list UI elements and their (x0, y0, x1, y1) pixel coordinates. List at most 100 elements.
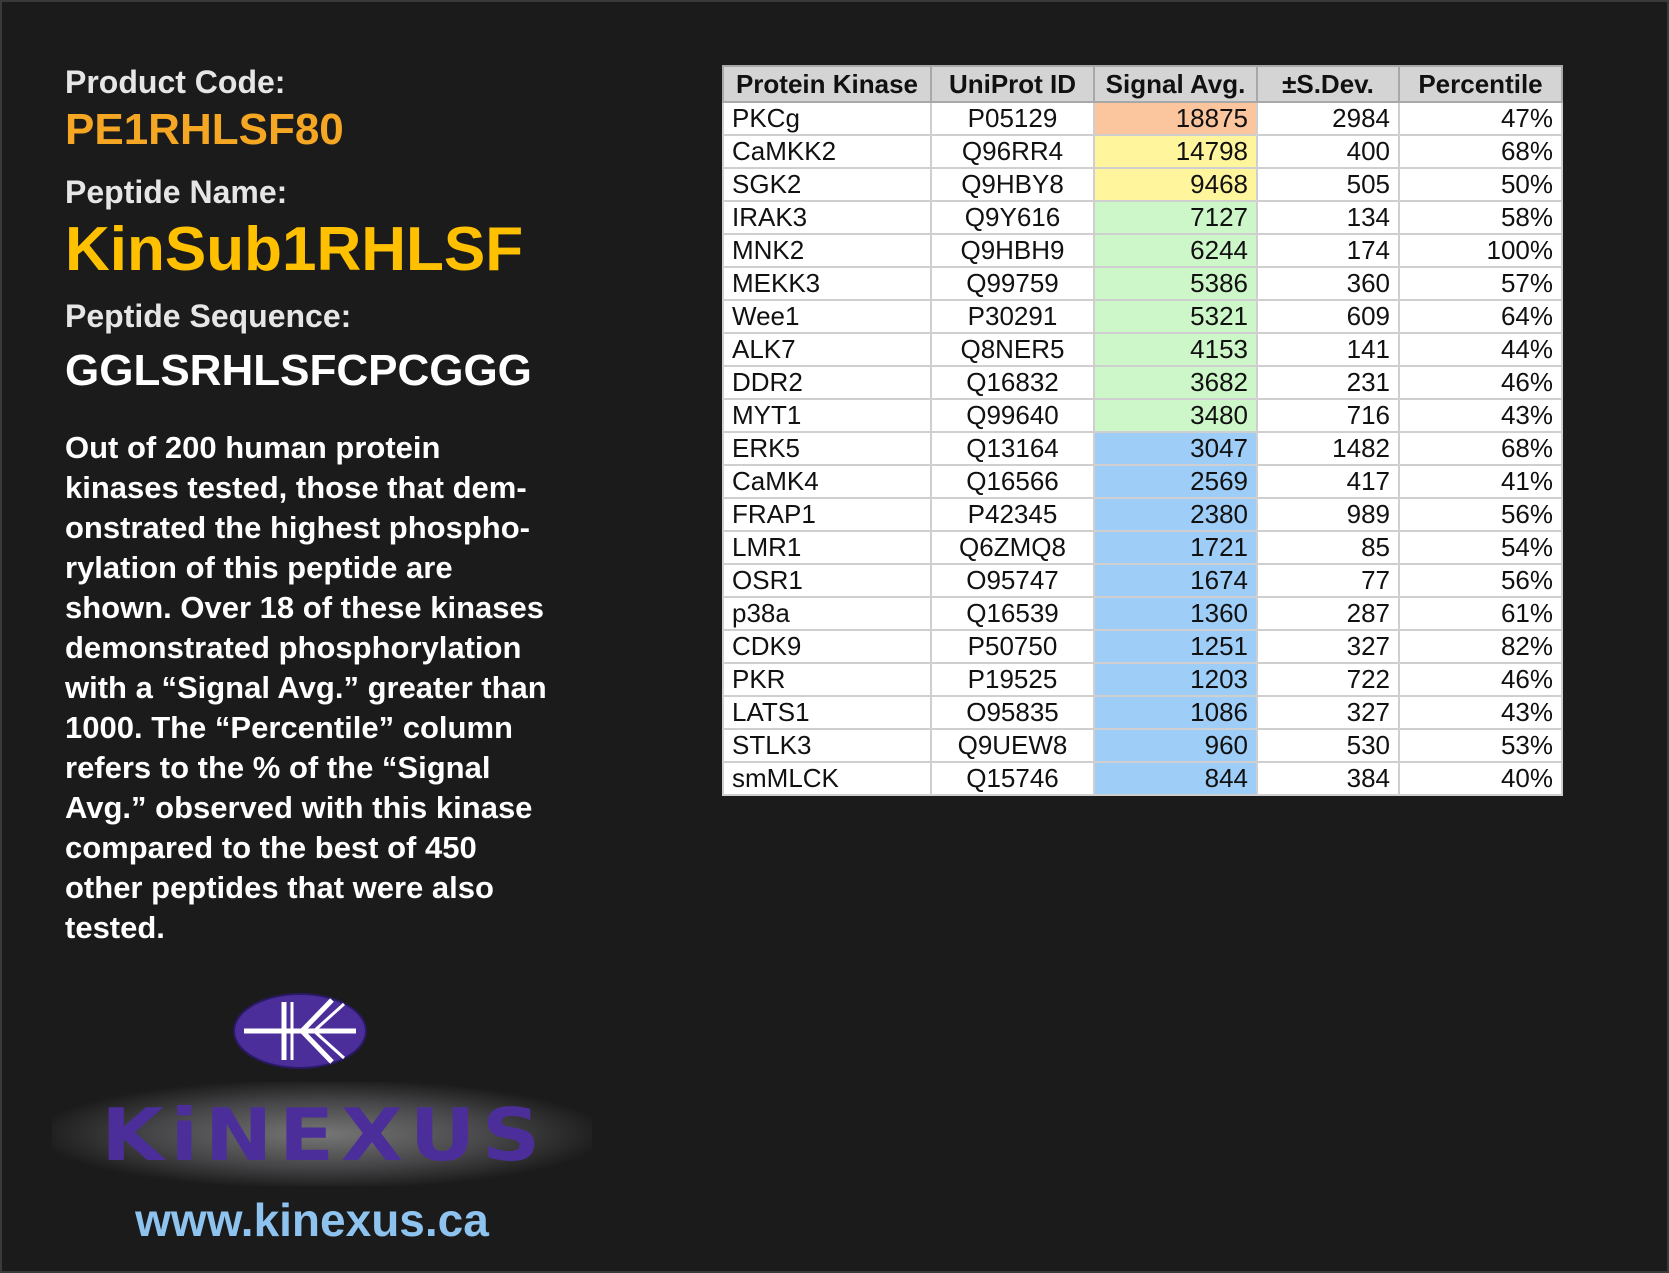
peptide-sequence-label: Peptide Sequence: (65, 298, 352, 334)
signal-avg-cell: 1721 (1093, 530, 1258, 565)
sdev-cell: 327 (1256, 695, 1400, 730)
sdev-cell: 174 (1256, 233, 1400, 268)
table-row: p38a Q16539 1360 287 61% (722, 596, 1563, 631)
table-row: FRAP1 P42345 2380 989 56% (722, 497, 1563, 532)
table-row: MNK2 Q9HBH9 6244 174 100% (722, 233, 1563, 268)
kinase-name-cell: FRAP1 (722, 497, 932, 532)
kinase-name-cell: DDR2 (722, 365, 932, 400)
uniprot-id-cell: Q9UEW8 (930, 728, 1095, 763)
uniprot-id-cell: Q16539 (930, 596, 1095, 631)
percentile-cell: 64% (1398, 299, 1563, 334)
table-row: CaMKK2 Q96RR4 14798 400 68% (722, 134, 1563, 169)
table-row: Wee1 P30291 5321 609 64% (722, 299, 1563, 334)
signal-avg-cell: 2569 (1093, 464, 1258, 499)
table-header-row: Protein Kinase UniProt ID Signal Avg. ±S… (722, 65, 1563, 103)
uniprot-id-cell: Q99759 (930, 266, 1095, 301)
kinase-name-cell: SGK2 (722, 167, 932, 202)
table-body: PKCg P05129 18875 2984 47% CaMKK2 Q96RR4 14798 4… (722, 101, 1563, 796)
percentile-cell: 68% (1398, 134, 1563, 169)
table-row: LMR1 Q6ZMQ8 1721 85 54% (722, 530, 1563, 565)
signal-avg-cell: 1086 (1093, 695, 1258, 730)
website-link[interactable]: www.kinexus.ca (102, 1192, 522, 1248)
signal-avg-cell: 1203 (1093, 662, 1258, 697)
kinase-name-cell: STLK3 (722, 728, 932, 763)
kinexus-k-emblem-icon (233, 993, 367, 1069)
kinase-name-cell: p38a (722, 596, 932, 631)
kinase-name-cell: CaMKK2 (722, 134, 932, 169)
kinase-table: Protein Kinase UniProt ID Signal Avg. ±S… (722, 65, 1563, 796)
sdev-cell: 722 (1256, 662, 1400, 697)
sdev-cell: 417 (1256, 464, 1400, 499)
table-row: ALK7 Q8NER5 4153 141 44% (722, 332, 1563, 367)
table-row: SGK2 Q9HBY8 9468 505 50% (722, 167, 1563, 202)
sdev-cell: 2984 (1256, 101, 1400, 136)
kinase-name-cell: PKR (722, 662, 932, 697)
uniprot-id-cell: Q99640 (930, 398, 1095, 433)
table-row: CaMK4 Q16566 2569 417 41% (722, 464, 1563, 499)
percentile-cell: 47% (1398, 101, 1563, 136)
sdev-cell: 85 (1256, 530, 1400, 565)
peptide-sequence: GGLSRHLSFCPCGGG (65, 346, 532, 395)
kinase-name-cell: MEKK3 (722, 266, 932, 301)
percentile-cell: 46% (1398, 365, 1563, 400)
kinase-name-cell: Wee1 (722, 299, 932, 334)
percentile-cell: 44% (1398, 332, 1563, 367)
signal-avg-cell: 1251 (1093, 629, 1258, 664)
uniprot-id-cell: Q6ZMQ8 (930, 530, 1095, 565)
kinase-name-cell: ALK7 (722, 332, 932, 367)
sdev-cell: 1482 (1256, 431, 1400, 466)
percentile-cell: 40% (1398, 761, 1563, 796)
table-row: smMLCK Q15746 844 384 40% (722, 761, 1563, 796)
sdev-cell: 231 (1256, 365, 1400, 400)
sdev-cell: 134 (1256, 200, 1400, 235)
percentile-cell: 100% (1398, 233, 1563, 268)
percentile-cell: 56% (1398, 497, 1563, 532)
uniprot-id-cell: Q15746 (930, 761, 1095, 796)
signal-avg-cell: 5321 (1093, 299, 1258, 334)
signal-avg-cell: 7127 (1093, 200, 1258, 235)
signal-avg-cell: 2380 (1093, 497, 1258, 532)
kinase-name-cell: LMR1 (722, 530, 932, 565)
sdev-cell: 327 (1256, 629, 1400, 664)
sdev-cell: 989 (1256, 497, 1400, 532)
uniprot-id-cell: Q9HBH9 (930, 233, 1095, 268)
table-row: LATS1 O95835 1086 327 43% (722, 695, 1563, 730)
sdev-cell: 530 (1256, 728, 1400, 763)
sdev-cell: 505 (1256, 167, 1400, 202)
kinase-name-cell: IRAK3 (722, 200, 932, 235)
table-row: CDK9 P50750 1251 327 82% (722, 629, 1563, 664)
kinase-name-cell: CaMK4 (722, 464, 932, 499)
sdev-cell: 141 (1256, 332, 1400, 367)
sdev-cell: 360 (1256, 266, 1400, 301)
peptide-name: KinSub1RHLSF (65, 215, 524, 284)
percentile-cell: 82% (1398, 629, 1563, 664)
kinase-name-cell: OSR1 (722, 563, 932, 598)
signal-avg-cell: 5386 (1093, 266, 1258, 301)
signal-avg-cell: 3047 (1093, 431, 1258, 466)
kinase-name-cell: smMLCK (722, 761, 932, 796)
signal-avg-cell: 1674 (1093, 563, 1258, 598)
uniprot-id-cell: P42345 (930, 497, 1095, 532)
uniprot-id-cell: P05129 (930, 101, 1095, 136)
header-protein-kinase: Protein Kinase (722, 65, 932, 103)
signal-avg-cell: 4153 (1093, 332, 1258, 367)
signal-avg-cell: 3480 (1093, 398, 1258, 433)
sdev-cell: 609 (1256, 299, 1400, 334)
uniprot-id-cell: Q8NER5 (930, 332, 1095, 367)
table-row: DDR2 Q16832 3682 231 46% (722, 365, 1563, 400)
header-percentile: Percentile (1398, 65, 1563, 103)
sdev-cell: 287 (1256, 596, 1400, 631)
sdev-cell: 384 (1256, 761, 1400, 796)
signal-avg-cell: 844 (1093, 761, 1258, 796)
product-code: PE1RHLSF80 (65, 105, 344, 154)
uniprot-id-cell: O95747 (930, 563, 1095, 598)
kinase-name-cell: LATS1 (722, 695, 932, 730)
percentile-cell: 56% (1398, 563, 1563, 598)
sdev-cell: 400 (1256, 134, 1400, 169)
uniprot-id-cell: P30291 (930, 299, 1095, 334)
table-row: MEKK3 Q99759 5386 360 57% (722, 266, 1563, 301)
uniprot-id-cell: Q9HBY8 (930, 167, 1095, 202)
kinase-name-cell: PKCg (722, 101, 932, 136)
sdev-cell: 716 (1256, 398, 1400, 433)
product-code-label: Product Code: (65, 64, 286, 100)
